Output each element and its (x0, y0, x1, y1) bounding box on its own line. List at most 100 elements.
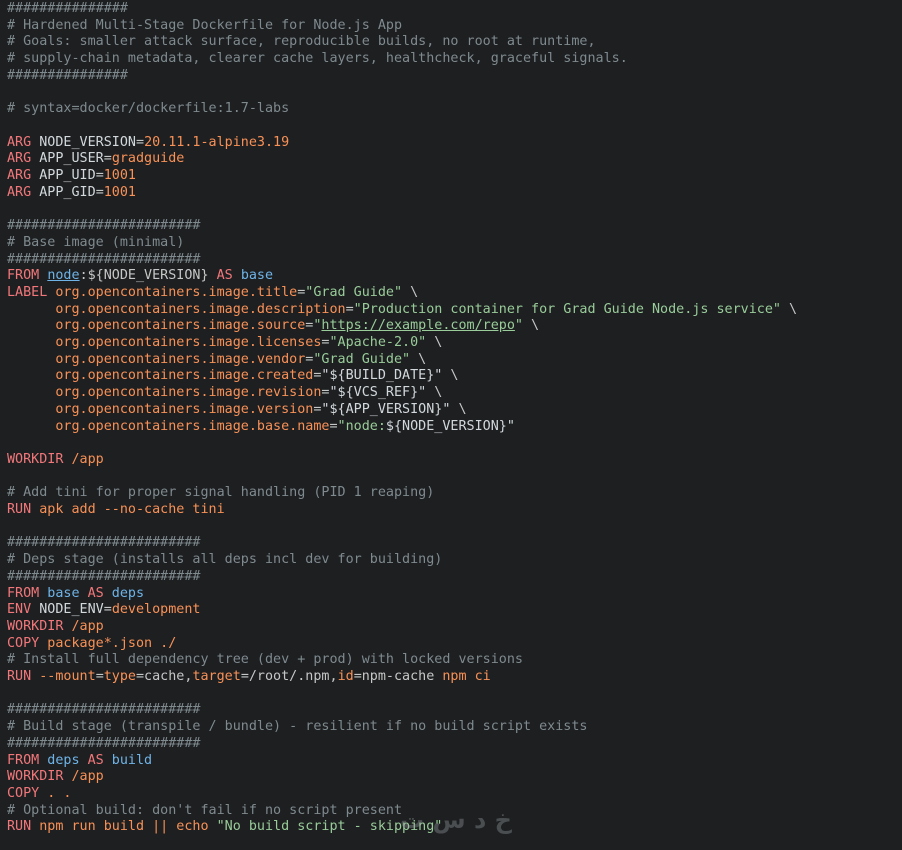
code-token: RUN (7, 819, 32, 835)
code-line[interactable]: ARG APP_USER=gradguide (7, 150, 184, 167)
code-token: "Grad Guide" (313, 351, 411, 367)
code-line[interactable]: # supply-chain metadata, clearer cache l… (7, 50, 628, 67)
code-line[interactable]: LABEL org.opencontainers.image.title="Gr… (7, 284, 418, 301)
code-token: = (136, 134, 145, 150)
code-token: ARG (7, 168, 32, 183)
code-token: . . (39, 785, 72, 801)
code-token: =npm-cache (353, 669, 443, 684)
code-token: \ (450, 401, 467, 417)
watermark-logo: خ د س ت (400, 806, 512, 834)
code-token: = (103, 151, 112, 167)
code-token: npm ci (442, 669, 491, 684)
code-token: org.opencontainers.image.base.name (55, 418, 330, 434)
code-token: org.opencontainers.image.licenses (55, 335, 322, 350)
code-line[interactable]: # Install full dependency tree (dev + pr… (7, 651, 523, 668)
code-line[interactable]: COPY package*.json ./ (7, 635, 176, 652)
code-editor[interactable]: ############### # Hardened Multi-Stage Do… (0, 0, 902, 850)
code-token: FROM (7, 752, 40, 768)
code-line[interactable]: # Add tini for proper signal handling (P… (7, 484, 434, 501)
code-token: ######################## (7, 218, 201, 234)
code-token: # Deps stage (installs all deps incl dev… (7, 552, 443, 568)
code-token: AS (216, 268, 233, 284)
code-token: :${NODE_VERSION} (79, 268, 217, 284)
code-line[interactable]: # Base image (minimal) (7, 234, 184, 251)
code-token: " (514, 318, 523, 334)
code-token: org.opencontainers.image.source (55, 318, 306, 334)
code-line[interactable]: ARG APP_UID=1001 (7, 167, 136, 184)
code-token: node (47, 268, 80, 284)
code-line[interactable]: # Deps stage (installs all deps incl dev… (7, 551, 442, 568)
code-line[interactable]: ######################## (7, 534, 200, 551)
code-token: gradguide (111, 151, 185, 167)
code-line[interactable]: FROM deps AS build (7, 752, 152, 769)
code-token: = (329, 418, 338, 434)
code-token: # Add tini for proper signal handling (P… (7, 485, 435, 501)
code-line[interactable]: org.opencontainers.image.version="${APP_… (7, 401, 467, 418)
code-line[interactable]: ######################## (7, 251, 200, 268)
code-line[interactable]: # Goals: smaller attack surface, reprodu… (7, 33, 596, 50)
code-line[interactable]: org.opencontainers.image.licenses="Apach… (7, 334, 442, 351)
code-line[interactable]: WORKDIR /app (7, 618, 104, 635)
code-line[interactable]: org.opencontainers.image.vendor="Grad Gu… (7, 351, 426, 368)
code-line[interactable]: ######################## (7, 568, 200, 585)
code-line[interactable]: COPY . . (7, 785, 72, 802)
code-token: org.opencontainers.image.version (55, 401, 314, 417)
code-token: ${NODE_VERSION}" (385, 418, 515, 434)
code-line[interactable]: org.opencontainers.image.description="Pr… (7, 301, 797, 318)
code-token: = (345, 301, 354, 317)
code-line[interactable]: RUN npm run build || echo "No build scri… (7, 818, 442, 835)
code-token: ENV (7, 602, 32, 618)
code-token: package*.json ./ (39, 635, 177, 651)
code-token: \ (410, 351, 427, 367)
code-line[interactable]: ARG NODE_VERSION=20.11.1-alpine3.19 (7, 134, 289, 151)
code-line[interactable]: ######################## (7, 701, 200, 718)
code-line[interactable]: ############### (7, 0, 128, 17)
code-line[interactable]: ######################## (7, 735, 200, 752)
code-token: # Goals: smaller attack surface, reprodu… (7, 34, 596, 50)
code-token: NODE_ENV (31, 602, 104, 618)
code-line[interactable]: ############### (7, 67, 128, 84)
code-token: apk add --no-cache tini (31, 502, 225, 517)
code-token: # Base image (minimal) (7, 234, 185, 250)
code-token: ######################## (7, 568, 201, 584)
code-token: ARG (7, 184, 32, 200)
code-line[interactable]: # syntax=docker/dockerfile:1.7-labs (7, 100, 289, 117)
code-token: ######################## (7, 735, 201, 751)
code-token: org.opencontainers.image.vendor (55, 351, 306, 367)
code-token: "Grad Guide" (305, 284, 403, 300)
code-token: org.opencontainers.image.title (55, 284, 298, 300)
code-token: org.opencontainers.image.revision (55, 385, 322, 401)
code-token: org.opencontainers.image.created (55, 368, 314, 384)
code-line[interactable]: # Hardened Multi-Stage Dockerfile for No… (7, 17, 402, 34)
code-token: FROM (7, 268, 40, 284)
code-token: ######################## (7, 251, 201, 267)
code-line[interactable]: org.opencontainers.image.source="https:/… (7, 317, 539, 334)
code-line[interactable]: org.opencontainers.image.revision="${VCS… (7, 384, 442, 401)
code-token: build (103, 752, 153, 768)
code-line[interactable]: WORKDIR /app (7, 768, 104, 785)
code-line[interactable]: org.opencontainers.image.created="${BUIL… (7, 367, 458, 384)
code-line[interactable]: FROM base AS deps (7, 585, 144, 602)
code-token: "${APP_VERSION}" (321, 401, 451, 417)
code-token: ARG (7, 151, 32, 167)
code-line[interactable]: RUN apk add --no-cache tini (7, 501, 225, 518)
code-token: # Hardened Multi-Stage Dockerfile for No… (7, 17, 403, 33)
code-line[interactable]: ######################## (7, 217, 200, 234)
code-token: RUN (7, 502, 32, 517)
code-token: 20.11.1-alpine3.19 (144, 134, 290, 150)
code-line[interactable]: ARG APP_GID=1001 (7, 184, 136, 201)
code-token: "Apache-2.0" (329, 335, 427, 350)
code-line[interactable]: FROM node:${NODE_VERSION} AS base (7, 267, 273, 284)
code-line[interactable]: ENV NODE_ENV=development (7, 601, 201, 618)
code-line[interactable]: WORKDIR /app (7, 451, 104, 468)
code-token: WORKDIR (7, 618, 64, 634)
code-token: \ (402, 284, 419, 300)
code-line[interactable]: # Build stage (transpile / bundle) - res… (7, 718, 587, 735)
code-line[interactable]: RUN --mount=type=cache,target=/root/.npm… (7, 668, 491, 685)
code-line[interactable]: org.opencontainers.image.base.name="node… (7, 418, 515, 435)
code-token: # Optional build: don't fail if no scrip… (7, 802, 403, 818)
code-line[interactable]: # Optional build: don't fail if no scrip… (7, 802, 402, 819)
